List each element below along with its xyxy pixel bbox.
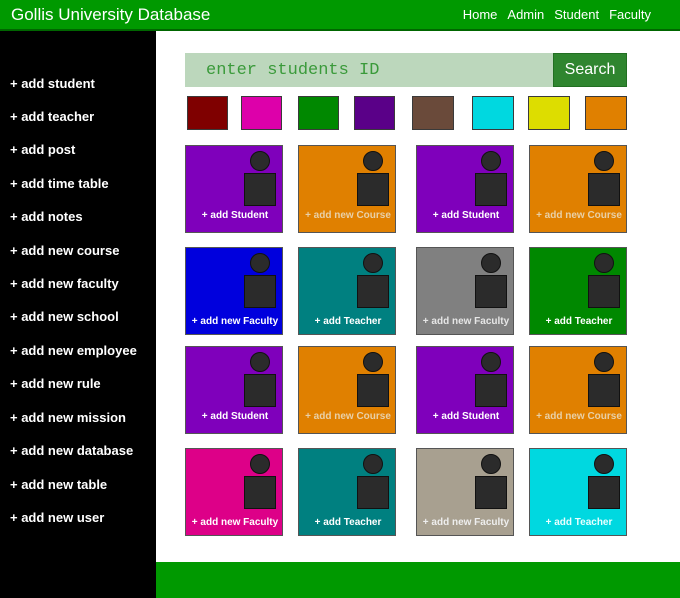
sidebar-item-add-new-table[interactable]: + add new table	[10, 477, 107, 493]
card-add-new-course[interactable]: + add new Course	[529, 346, 627, 434]
sidebar-item-add-new-user[interactable]: + add new user	[10, 510, 104, 526]
sidebar-item-add-new-course[interactable]: + add new course	[10, 243, 119, 259]
sidebar-item-add-student[interactable]: + add student	[10, 76, 95, 92]
nav-faculty[interactable]: Faculty	[609, 7, 651, 23]
sidebar-item-add-new-school[interactable]: + add new school	[10, 309, 119, 325]
person-icon	[475, 151, 507, 206]
card-add-teacher[interactable]: + add Teacher	[298, 448, 396, 536]
person-icon	[588, 151, 620, 206]
color-swatch-4[interactable]	[354, 96, 395, 130]
card-add-new-course[interactable]: + add new Course	[529, 145, 627, 233]
nav-admin[interactable]: Admin	[507, 7, 544, 23]
person-icon	[244, 454, 276, 509]
sidebar-item-add-new-employee[interactable]: + add new employee	[10, 343, 137, 359]
person-icon	[357, 454, 389, 509]
card-label: + add new Faculty	[422, 517, 510, 528]
search-button[interactable]: Search	[553, 53, 627, 87]
sidebar-item-add-new-faculty[interactable]: + add new faculty	[10, 276, 119, 292]
person-icon	[244, 151, 276, 206]
sidebar-item-add-post[interactable]: + add post	[10, 142, 75, 158]
card-label: + add new Course	[536, 210, 622, 221]
sidebar-item-add-new-database[interactable]: + add new database	[10, 443, 133, 459]
card-label: + add new Faculty	[191, 517, 279, 528]
card-add-new-faculty[interactable]: + add new Faculty	[185, 247, 283, 335]
card-add-new-course[interactable]: + add new Course	[298, 145, 396, 233]
card-label: + add new Faculty	[191, 316, 279, 327]
person-icon	[244, 253, 276, 308]
card-label: + add new Faculty	[422, 316, 510, 327]
card-label: + add Student	[201, 210, 269, 221]
nav-home[interactable]: Home	[463, 7, 498, 23]
person-icon	[357, 151, 389, 206]
card-label: + add Student	[201, 411, 269, 422]
card-add-teacher[interactable]: + add Teacher	[298, 247, 396, 335]
card-add-new-faculty[interactable]: + add new Faculty	[416, 448, 514, 536]
color-swatch-7[interactable]	[528, 96, 570, 130]
top-nav: Home Admin Student Faculty	[463, 7, 651, 23]
person-icon	[588, 352, 620, 407]
person-icon	[357, 253, 389, 308]
card-add-new-faculty[interactable]: + add new Faculty	[185, 448, 283, 536]
person-icon	[588, 253, 620, 308]
color-swatch-2[interactable]	[241, 96, 282, 130]
sidebar: + add student + add teacher + add post +…	[0, 31, 156, 598]
card-add-new-course[interactable]: + add new Course	[298, 346, 396, 434]
sidebar-item-add-time-table[interactable]: + add time table	[10, 176, 109, 192]
card-label: + add Teacher	[314, 316, 382, 327]
sidebar-item-add-new-rule[interactable]: + add new rule	[10, 376, 101, 392]
card-add-new-faculty[interactable]: + add new Faculty	[416, 247, 514, 335]
color-swatch-8[interactable]	[585, 96, 627, 130]
color-swatch-6[interactable]	[472, 96, 514, 130]
person-icon	[588, 454, 620, 509]
footer-bar	[156, 562, 680, 598]
person-icon	[357, 352, 389, 407]
color-swatch-1[interactable]	[187, 96, 228, 130]
card-label: + add new Course	[305, 210, 391, 221]
sidebar-item-add-new-mission[interactable]: + add new mission	[10, 410, 126, 426]
color-swatch-5[interactable]	[412, 96, 454, 130]
person-icon	[475, 454, 507, 509]
person-icon	[475, 352, 507, 407]
card-add-teacher[interactable]: + add Teacher	[529, 448, 627, 536]
card-add-student[interactable]: + add Student	[185, 145, 283, 233]
card-label: + add Teacher	[545, 316, 613, 327]
site-title[interactable]: Gollis University Database	[11, 5, 210, 25]
sidebar-item-add-notes[interactable]: + add notes	[10, 209, 83, 225]
person-icon	[475, 253, 507, 308]
sidebar-item-add-teacher[interactable]: + add teacher	[10, 109, 94, 125]
nav-student[interactable]: Student	[554, 7, 599, 23]
card-add-teacher[interactable]: + add Teacher	[529, 247, 627, 335]
person-icon	[244, 352, 276, 407]
card-add-student[interactable]: + add Student	[185, 346, 283, 434]
card-label: + add Teacher	[545, 517, 613, 528]
card-label: + add Student	[432, 210, 500, 221]
card-label: + add new Course	[305, 411, 391, 422]
card-add-student[interactable]: + add Student	[416, 346, 514, 434]
top-navbar: Gollis University Database Home Admin St…	[0, 0, 680, 31]
card-label: + add new Course	[536, 411, 622, 422]
card-add-student[interactable]: + add Student	[416, 145, 514, 233]
student-id-search-input[interactable]	[185, 53, 553, 87]
card-label: + add Teacher	[314, 517, 382, 528]
color-swatch-3[interactable]	[298, 96, 339, 130]
card-label: + add Student	[432, 411, 500, 422]
